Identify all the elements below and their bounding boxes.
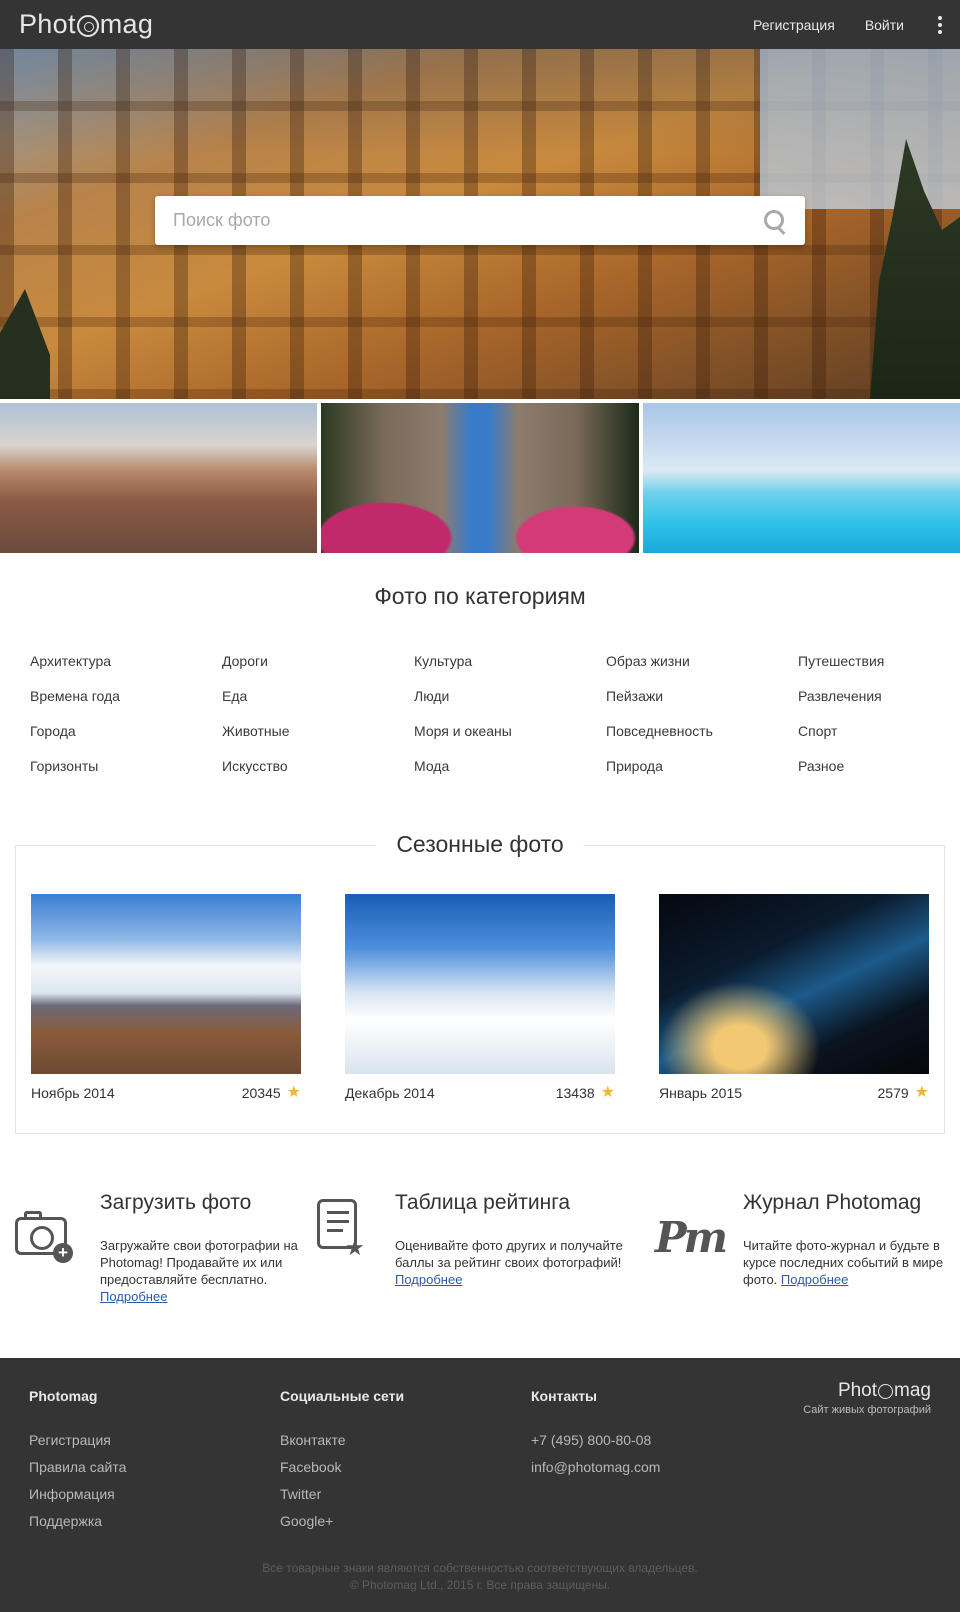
category-link[interactable]: Путешествия (798, 652, 960, 670)
category-link[interactable]: Повседневность (606, 722, 798, 740)
footer-email[interactable]: info@photomag.com (531, 1458, 660, 1476)
hero-banner (0, 49, 960, 399)
footer-link[interactable]: Google+ (280, 1512, 404, 1530)
lens-icon (76, 14, 99, 37)
feature-title: Загрузить фото (100, 1191, 252, 1214)
more-link[interactable]: Подробнее (781, 1272, 848, 1287)
category-link[interactable]: Культура (414, 652, 606, 670)
seasonal-month-link[interactable]: Ноябрь 2014 (31, 1085, 115, 1101)
featured-photo-pool[interactable] (642, 403, 960, 553)
categories-grid: Архитектура Дороги Культура Образ жизни … (30, 652, 960, 775)
lens-icon (878, 1383, 894, 1399)
list-star-icon: ★ (315, 1199, 395, 1279)
footer-heading: Photomag (29, 1388, 98, 1404)
more-link[interactable]: Подробнее (100, 1289, 167, 1304)
seasonal-card: Январь 2015 2579 ★ (659, 894, 929, 1101)
search-box (155, 196, 805, 245)
footer-link[interactable]: Регистрация (29, 1431, 126, 1449)
footer-column-social: Социальные сети Вконтакте Facebook Twitt… (280, 1388, 404, 1539)
star-icon: ★ (914, 1084, 929, 1101)
footer-logo[interactable]: Phot mag Сайт живых фотографий (803, 1380, 931, 1416)
category-link[interactable]: Спорт (798, 722, 960, 740)
site-logo[interactable]: Phot mag (19, 9, 153, 40)
feature-rating: ★ Таблица рейтинга Оценивайте фото други… (315, 1189, 655, 1349)
featured-photo-temple-gate[interactable] (321, 403, 639, 553)
seasonal-title: Сезонные фото (376, 831, 584, 858)
featured-photo-canyon[interactable] (0, 403, 318, 553)
logo-text-end: mag (99, 9, 154, 39)
footer-column-photomag: Photomag Регистрация Правила сайта Инфор… (29, 1388, 126, 1539)
seasonal-photo-mountain[interactable] (31, 894, 301, 1074)
seasonal-photos: Сезонные фото Ноябрь 2014 20345 ★ Декабрь… (15, 831, 945, 1134)
features-row: + Загрузить фото Загружайте свои фотогра… (0, 1189, 960, 1349)
top-nav: Регистрация Войти (753, 0, 960, 49)
star-icon: ★ (600, 1084, 615, 1101)
footer-link[interactable]: Поддержка (29, 1512, 126, 1530)
seasonal-photo-night-bridge[interactable] (659, 894, 929, 1074)
feature-title: Таблица рейтинга (395, 1191, 571, 1214)
footer-link[interactable]: Информация (29, 1485, 126, 1503)
category-link[interactable]: Люди (414, 687, 606, 705)
register-link[interactable]: Регистрация (753, 17, 835, 33)
feature-text: Оценивайте фото других и получайте баллы… (395, 1238, 623, 1270)
search-icon[interactable] (763, 209, 787, 233)
seasonal-month-link[interactable]: Декабрь 2014 (345, 1085, 435, 1101)
photo-count: 13438 (555, 1085, 595, 1101)
feature-journal: Pm Журнал Photomag Читайте фото-журнал и… (655, 1189, 945, 1349)
more-menu-icon[interactable] (938, 15, 942, 34)
feature-text: Загружайте свои фотографии на Photomag! … (100, 1238, 298, 1287)
logo-text-start: Phot (19, 9, 76, 39)
category-link[interactable]: Времена года (30, 687, 222, 705)
category-link[interactable]: Города (30, 722, 222, 740)
category-link[interactable]: Пейзажи (606, 687, 798, 705)
login-link[interactable]: Войти (865, 17, 904, 33)
category-link[interactable]: Разное (798, 757, 960, 775)
photo-count: 20345 (241, 1085, 281, 1101)
categories-title: Фото по категориям (374, 583, 586, 609)
category-link[interactable]: Животные (222, 722, 414, 740)
photo-count: 2579 (877, 1085, 909, 1101)
footer-tagline: Сайт живых фотографий (803, 1404, 931, 1416)
camera-plus-icon: + (15, 1199, 100, 1279)
search-input[interactable] (155, 196, 763, 245)
seasonal-card: Декабрь 2014 13438 ★ (345, 894, 615, 1101)
category-link[interactable]: Искусство (222, 757, 414, 775)
footer-phone[interactable]: +7 (495) 800-80-08 (531, 1431, 660, 1449)
category-link[interactable]: Еда (222, 687, 414, 705)
footer-heading: Социальные сети (280, 1388, 405, 1404)
category-link[interactable]: Развлечения (798, 687, 960, 705)
category-link[interactable]: Образ жизни (606, 652, 798, 670)
footer-link[interactable]: Правила сайта (29, 1458, 126, 1476)
feature-upload: + Загрузить фото Загружайте свои фотогра… (15, 1189, 315, 1349)
footer-link[interactable]: Facebook (280, 1458, 404, 1476)
star-icon: ★ (286, 1084, 301, 1101)
featured-photos (0, 403, 960, 553)
more-link[interactable]: Подробнее (395, 1272, 462, 1287)
seasonal-card: Ноябрь 2014 20345 ★ (31, 894, 301, 1101)
category-link[interactable]: Дороги (222, 652, 414, 670)
site-header: Phot mag Регистрация Войти (0, 0, 960, 49)
category-link[interactable]: Моря и океаны (414, 722, 606, 740)
site-footer: Photomag Регистрация Правила сайта Инфор… (0, 1358, 960, 1612)
pm-monogram-icon: Pm (655, 1213, 728, 1262)
footer-link[interactable]: Twitter (280, 1485, 404, 1503)
category-link[interactable]: Горизонты (30, 757, 222, 775)
seasonal-photo-snow-trees[interactable] (345, 894, 615, 1074)
footer-column-contacts: Контакты +7 (495) 800-80-08 info@photoma… (531, 1388, 660, 1485)
footer-link[interactable]: Вконтакте (280, 1431, 404, 1449)
category-link[interactable]: Архитектура (30, 652, 222, 670)
feature-title: Журнал Photomag (743, 1191, 922, 1214)
footer-heading: Контакты (531, 1388, 598, 1404)
seasonal-month-link[interactable]: Январь 2015 (659, 1085, 742, 1101)
category-link[interactable]: Природа (606, 757, 798, 775)
copyright: Все товарные знаки являются собственност… (262, 1561, 698, 1592)
category-link[interactable]: Мода (414, 757, 606, 775)
